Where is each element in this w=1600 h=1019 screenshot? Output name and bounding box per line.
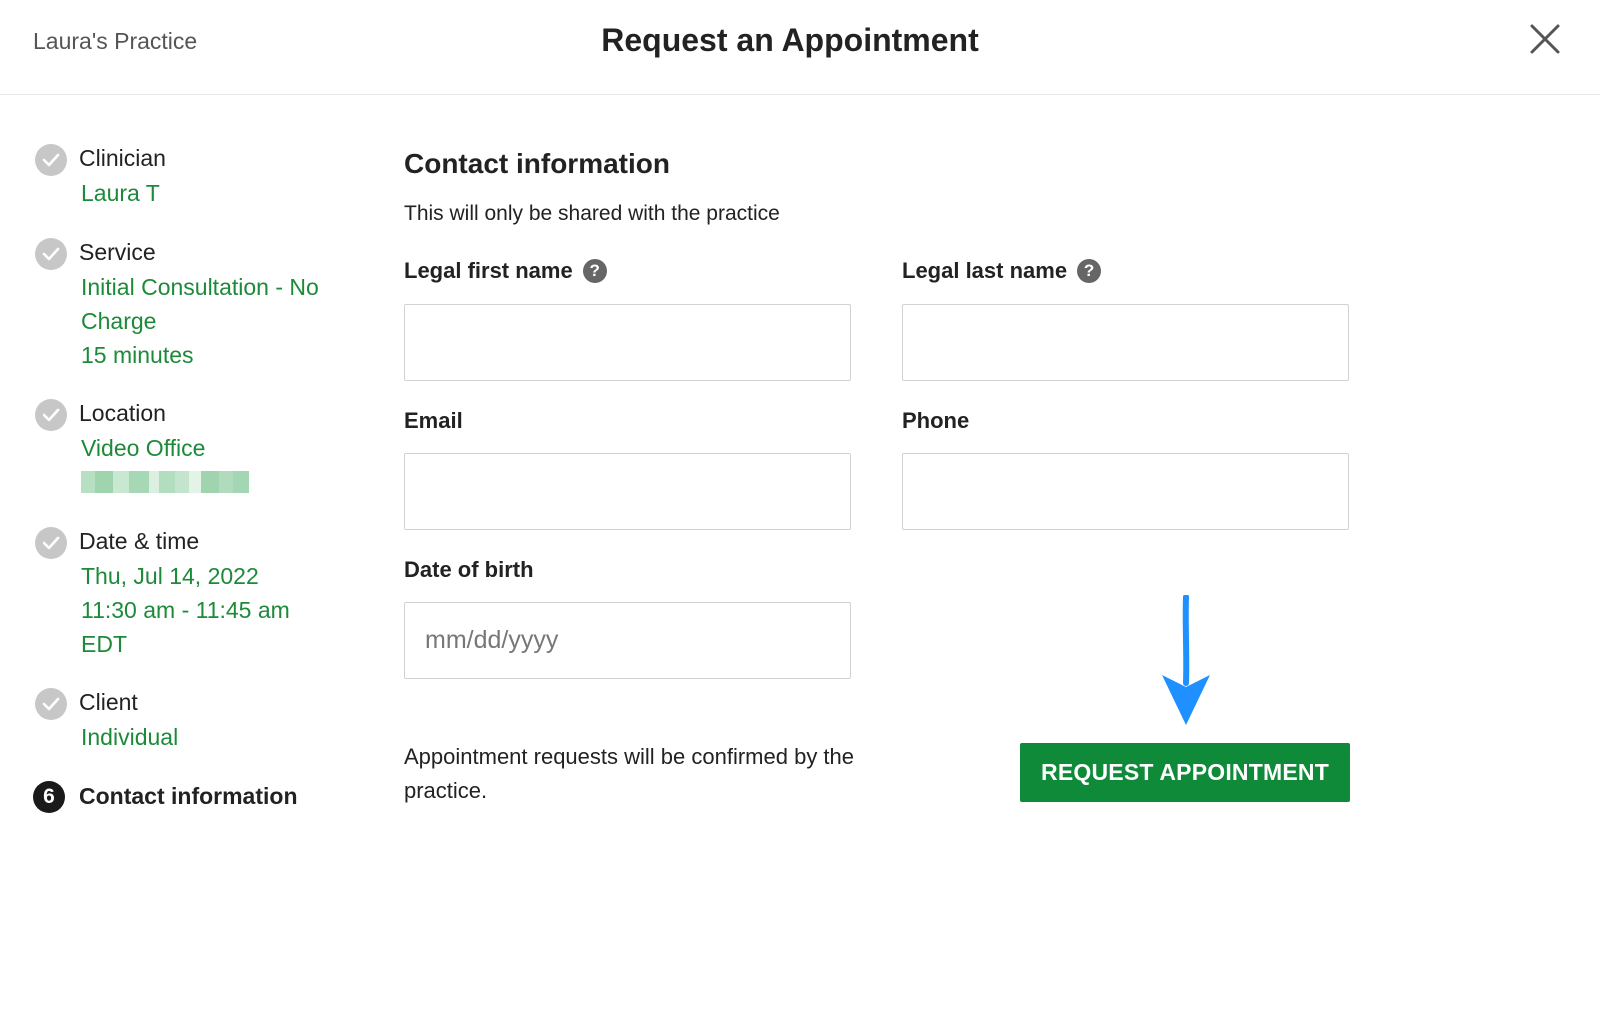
redacted-address <box>81 471 353 493</box>
step-client[interactable]: Client Individual <box>33 684 353 778</box>
step-number-badge: 6 <box>33 781 65 813</box>
step-label: Contact information <box>79 783 298 809</box>
step-value: Individual <box>81 724 179 750</box>
request-appointment-button[interactable]: REQUEST APPOINTMENT <box>1020 743 1350 802</box>
check-icon <box>35 144 67 176</box>
step-clinician[interactable]: Clinician Laura T <box>33 140 353 234</box>
check-icon <box>35 527 67 559</box>
step-service[interactable]: Service Initial Consultation - No Charge… <box>33 234 353 395</box>
phone-input[interactable] <box>902 453 1349 530</box>
dob-input[interactable] <box>404 602 851 679</box>
last-name-input[interactable] <box>902 304 1349 381</box>
step-value: Thu, Jul 14, 2022 <box>81 563 259 589</box>
step-value: Initial Consultation - No <box>81 274 319 300</box>
first-name-input[interactable] <box>404 304 851 381</box>
step-contact-information: 6 Contact information <box>33 778 353 818</box>
check-icon <box>35 688 67 720</box>
form-subtitle: This will only be shared with the practi… <box>404 202 780 225</box>
step-value: Video Office <box>81 435 206 461</box>
modal-title: Request an Appointment <box>601 22 979 58</box>
step-value: Charge <box>81 308 157 334</box>
step-date-time[interactable]: Date & time Thu, Jul 14, 2022 11:30 am -… <box>33 523 353 684</box>
first-name-label-text: Legal first name <box>404 258 573 283</box>
last-name-label: Legal last name ? <box>902 258 1102 284</box>
close-icon[interactable] <box>1528 22 1564 58</box>
dob-label: Date of birth <box>404 557 534 582</box>
arrow-down-icon <box>1162 595 1210 725</box>
form-heading: Contact information <box>404 148 670 179</box>
help-icon[interactable]: ? <box>1077 259 1102 283</box>
steps-sidebar: Clinician Laura T Service Initial Consul… <box>33 140 353 818</box>
email-label: Email <box>404 408 463 433</box>
step-value: 15 minutes <box>81 342 194 368</box>
step-label: Location <box>79 400 166 426</box>
step-value: Laura T <box>81 180 160 206</box>
step-value: EDT <box>81 631 127 657</box>
modal-header: Laura's Practice Request an Appointment <box>0 0 1600 95</box>
step-label: Date & time <box>79 528 200 554</box>
check-icon <box>35 399 67 431</box>
step-location[interactable]: Location Video Office <box>33 395 353 523</box>
email-input[interactable] <box>404 453 851 530</box>
confirmation-note: Appointment requests will be confirmed b… <box>404 744 855 803</box>
step-value: 11:30 am - 11:45 am <box>81 597 290 623</box>
last-name-label-text: Legal last name <box>902 258 1068 283</box>
help-icon[interactable]: ? <box>582 259 607 283</box>
first-name-label: Legal first name ? <box>404 258 607 284</box>
check-icon <box>35 238 67 270</box>
phone-label: Phone <box>902 408 970 433</box>
step-label: Client <box>79 689 138 715</box>
step-label: Clinician <box>79 145 166 171</box>
step-label: Service <box>79 239 156 265</box>
